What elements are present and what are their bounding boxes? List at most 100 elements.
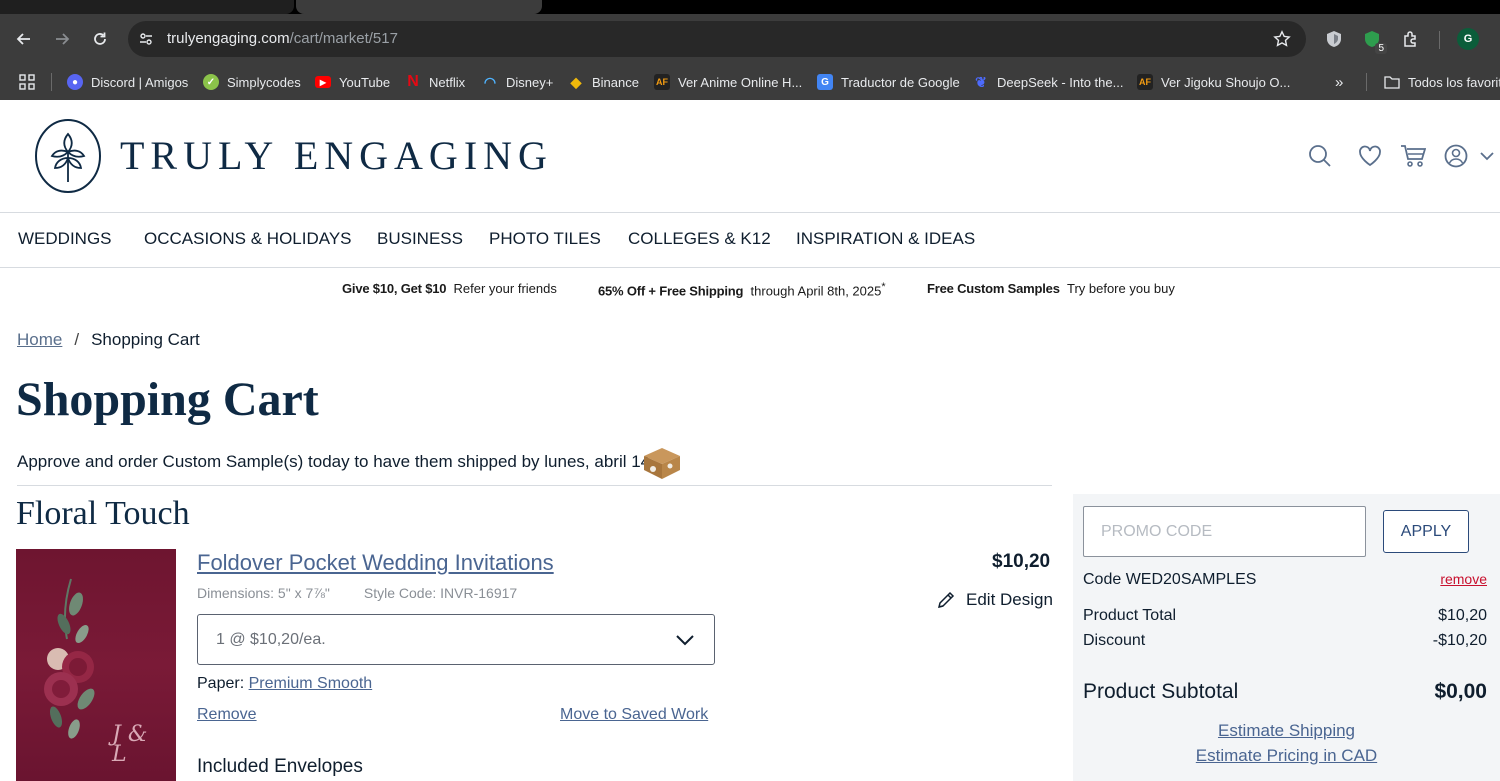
discount-row: Discount -$10,20 xyxy=(1083,632,1487,649)
nav-photo-tiles[interactable]: PHOTO TILES xyxy=(489,229,601,249)
shipping-box-icon xyxy=(640,444,682,480)
deepseek-icon: ❦ xyxy=(975,73,987,90)
product-name-link[interactable]: Foldover Pocket Wedding Invitations xyxy=(197,550,554,576)
main-navigation: WEDDINGS OCCASIONS & HOLIDAYS BUSINESS P… xyxy=(0,213,1500,268)
shield-extension-icon[interactable] xyxy=(1323,28,1345,50)
bookmark-anime[interactable]: AF Ver Anime Online H... xyxy=(654,70,802,94)
extension-badge: 5 xyxy=(1375,43,1387,54)
remove-code-link[interactable]: remove xyxy=(1440,571,1487,589)
sample-shipping-note: Approve and order Custom Sample(s) today… xyxy=(17,452,651,471)
nav-inspiration-ideas[interactable]: INSPIRATION & IDEAS xyxy=(796,229,975,249)
bookmark-youtube[interactable]: ▶ YouTube xyxy=(315,70,390,94)
site-header: TRULY ENGAGING xyxy=(0,100,1500,213)
paper-type-link[interactable]: Premium Smooth xyxy=(249,675,373,692)
account-icon[interactable] xyxy=(1443,143,1469,169)
remove-item-link[interactable]: Remove xyxy=(197,706,257,724)
subtotal-row: Product Subtotal $0,00 xyxy=(1083,680,1487,703)
breadcrumb-current: Shopping Cart xyxy=(91,330,200,349)
promo-refer[interactable]: Give $10, Get $10 Refer your friends xyxy=(342,281,557,296)
folder-icon xyxy=(1384,74,1400,90)
order-summary-panel: APPLY Code WED20SAMPLES remove Product T… xyxy=(1073,494,1500,781)
nav-occasions-holidays[interactable]: OCCASIONS & HOLIDAYS xyxy=(144,229,352,249)
promo-sale[interactable]: 65% Off + Free Shipping through April 8t… xyxy=(598,281,886,298)
edit-design-button[interactable]: Edit Design xyxy=(936,590,1053,610)
cart-group-title: Floral Touch xyxy=(16,495,190,532)
included-envelopes-title: Included Envelopes xyxy=(197,756,363,777)
promo-samples[interactable]: Free Custom Samples Try before you buy xyxy=(927,281,1175,296)
logo-icon[interactable] xyxy=(34,118,102,194)
estimate-cad-link[interactable]: Estimate Pricing in CAD xyxy=(1073,746,1500,766)
product-dimensions: Dimensions: 5" x 7⅞" xyxy=(197,585,330,601)
paper-label: Paper: xyxy=(197,675,245,692)
bookmarks-separator xyxy=(51,73,52,91)
chevron-down-icon xyxy=(674,629,696,651)
nav-business[interactable]: BUSINESS xyxy=(377,229,463,249)
bookmark-binance[interactable]: ◆ Binance xyxy=(568,70,639,94)
discount-value: -$10,20 xyxy=(1432,632,1487,649)
logo-wordmark[interactable]: TRULY ENGAGING xyxy=(120,132,553,179)
invitation-monogram: J & L xyxy=(112,722,148,767)
simplycodes-icon: ✓ xyxy=(203,74,219,90)
move-to-saved-work-link[interactable]: Move to Saved Work xyxy=(560,706,708,724)
item-price: $10,20 xyxy=(992,551,1051,572)
browser-tab-active[interactable] xyxy=(296,0,542,14)
bookmarks-all-folder[interactable]: Todos los favoritos xyxy=(1384,70,1500,94)
cart-icon[interactable] xyxy=(1400,143,1426,169)
reload-icon[interactable] xyxy=(87,26,113,52)
back-icon[interactable] xyxy=(11,26,37,52)
browser-toolbar: trulyengaging.com/cart/market/517 5 G xyxy=(0,14,1500,64)
bookmarks-bar: ● Discord | Amigos ✓ Simplycodes ▶ YouTube … xyxy=(0,64,1500,100)
site-info-icon[interactable] xyxy=(136,29,156,49)
binance-icon: ◆ xyxy=(570,73,582,90)
promo-code-input[interactable] xyxy=(1083,506,1366,557)
bookmark-discord[interactable]: ● Discord | Amigos xyxy=(67,70,188,94)
pencil-icon xyxy=(936,590,956,610)
quantity-select[interactable]: 1 @ $10,20/ea. xyxy=(197,614,715,665)
bookmarks-separator xyxy=(1366,73,1367,91)
bookmark-jigoku[interactable]: AF Ver Jigoku Shoujo O... xyxy=(1137,70,1290,94)
apps-grid-icon[interactable] xyxy=(19,70,35,94)
netflix-icon: N xyxy=(407,73,419,90)
estimate-shipping-link[interactable]: Estimate Shipping xyxy=(1073,721,1500,741)
product-thumbnail[interactable]: J & L xyxy=(16,549,176,781)
bookmark-netflix[interactable]: N Netflix xyxy=(405,70,465,94)
youtube-icon: ▶ xyxy=(315,76,331,88)
promo-strip: Give $10, Get $10 Refer your friends 65%… xyxy=(0,268,1500,310)
bookmark-google-translate[interactable]: G Traductor de Google xyxy=(817,70,960,94)
breadcrumb-home-link[interactable]: Home xyxy=(17,330,62,349)
applied-code: Code WED20SAMPLES xyxy=(1083,571,1257,588)
breadcrumb: Home / Shopping Cart xyxy=(17,330,200,350)
breadcrumb-separator: / xyxy=(74,330,80,349)
google-translate-icon: G xyxy=(817,74,833,90)
profile-avatar[interactable]: G xyxy=(1457,28,1479,50)
account-chevron-down-icon[interactable] xyxy=(1477,143,1497,169)
animeflv-icon: AF xyxy=(1137,74,1153,90)
forward-icon[interactable] xyxy=(49,26,75,52)
nav-colleges-k12[interactable]: COLLEGES & K12 xyxy=(628,229,771,249)
bookmark-disney[interactable]: ◠ Disney+ xyxy=(482,70,553,94)
toolbar-separator xyxy=(1439,31,1440,49)
product-style-code: Style Code: INVR-16917 xyxy=(363,585,518,601)
bookmark-deepseek[interactable]: ❦ DeepSeek - Into the... xyxy=(973,70,1123,94)
nav-weddings[interactable]: WEDDINGS xyxy=(18,229,112,249)
browser-tab-strip xyxy=(0,0,1500,14)
subtotal-value: $0,00 xyxy=(1434,680,1487,703)
search-icon[interactable] xyxy=(1307,143,1333,169)
applied-code-row: Code WED20SAMPLES remove xyxy=(1083,571,1487,589)
extensions-puzzle-icon[interactable] xyxy=(1400,28,1422,50)
apply-promo-button[interactable]: APPLY xyxy=(1383,510,1469,553)
address-bar[interactable]: trulyengaging.com/cart/market/517 xyxy=(128,21,1306,57)
bookmark-star-icon[interactable] xyxy=(1272,29,1292,49)
discord-icon: ● xyxy=(67,74,83,90)
animeflv-icon: AF xyxy=(654,74,670,90)
quantity-value: 1 @ $10,20/ea. xyxy=(216,631,326,648)
url-text: trulyengaging.com/cart/market/517 xyxy=(167,30,398,47)
wishlist-heart-icon[interactable] xyxy=(1357,143,1383,169)
product-total-value: $10,20 xyxy=(1438,607,1487,624)
bookmark-simplycodes[interactable]: ✓ Simplycodes xyxy=(203,70,301,94)
product-total-row: Product Total $10,20 xyxy=(1083,607,1487,624)
divider xyxy=(17,485,1052,486)
green-extension-icon[interactable]: 5 xyxy=(1361,28,1387,54)
bookmarks-overflow-button[interactable]: » xyxy=(1335,70,1343,94)
browser-tab[interactable] xyxy=(0,0,294,14)
